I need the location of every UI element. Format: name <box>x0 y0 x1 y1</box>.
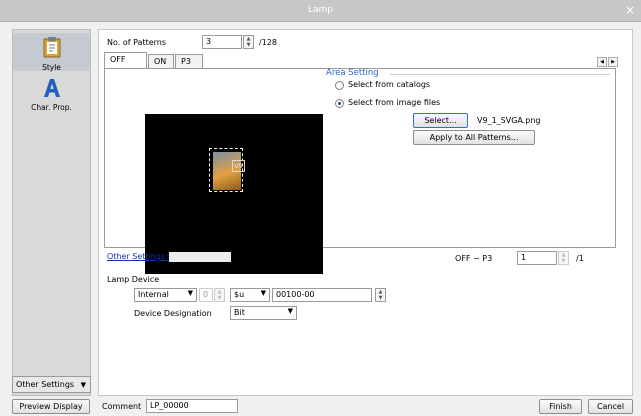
sidebar-item-style[interactable]: Style <box>13 33 90 72</box>
divider <box>390 74 610 75</box>
sidebar-item-label: Style <box>42 63 61 72</box>
lamp-picture: V9 <box>213 152 245 190</box>
finish-button[interactable]: Finish <box>539 399 582 414</box>
tab-panel: V9 Lamp Device $u00100-00 Area Setting S… <box>104 68 616 274</box>
device-designation-value: Bit <box>234 308 245 317</box>
other-settings-label: Other Settings <box>16 380 75 389</box>
file-name: V9_1_SVGA.png <box>477 116 541 125</box>
window-title: Lamp <box>307 5 333 15</box>
range-input[interactable]: 1 <box>517 251 557 265</box>
device-type-value: Internal <box>138 290 169 299</box>
select-button[interactable]: Select... <box>413 113 468 128</box>
close-icon[interactable]: × <box>625 3 635 17</box>
preview-display-button[interactable]: Preview Display <box>12 399 90 414</box>
tab-p3[interactable]: P3 <box>175 54 203 68</box>
option-catalog-label: Select from catalogs <box>348 80 431 89</box>
chevron-down-icon: ▼ <box>287 307 293 315</box>
lamp-device-caption: Lamp Device <box>147 229 200 238</box>
area-setting-title: Area Setting <box>326 68 379 78</box>
letter-a-icon <box>43 79 60 97</box>
other-settings-dropdown[interactable]: Other Settings ▼ <box>12 376 91 393</box>
device-index-spinner: ▲ ▼ <box>214 288 225 302</box>
clipboard-style-icon <box>43 37 60 58</box>
chevron-down-icon: ▼ <box>260 289 266 297</box>
sidebar: Style Char. Prop. <box>12 29 91 396</box>
lamp-preview: V9 <box>145 114 323 274</box>
range-label: OFF − P3 <box>455 254 493 263</box>
device-address-input[interactable]: 00100-00 <box>272 288 372 302</box>
device-designation-label: Device Designation <box>134 309 212 318</box>
comment-input[interactable]: LP_00000 <box>146 399 238 413</box>
lamp-device-value: $u00100-00 <box>220 229 269 238</box>
lamp-image-label: V9 <box>232 160 245 172</box>
lamp-image[interactable]: V9 <box>209 148 245 192</box>
range-spinner: ▲ ▼ <box>558 251 569 265</box>
radio-select-catalogs[interactable] <box>335 81 344 90</box>
patterns-max: /128 <box>259 38 277 47</box>
device-designation-select[interactable]: Bit ▼ <box>230 306 297 320</box>
main-panel: No. of Patterns 3 ▲ ▼ /128 OFF ON P3 ◀ ▶ V… <box>98 29 633 396</box>
range-max: /1 <box>576 254 584 263</box>
divider <box>169 252 231 262</box>
device-type-select[interactable]: Internal ▼ <box>134 288 197 302</box>
patterns-input[interactable]: 3 <box>202 35 242 49</box>
title-bar: Lamp × <box>0 0 641 22</box>
lamp-device-label: Lamp Device <box>107 275 160 284</box>
device-prefix-value: $u <box>234 290 245 299</box>
apply-to-all-patterns-button[interactable]: Apply to All Patterns... <box>413 130 535 145</box>
chevron-right-icon[interactable]: ▶ <box>608 57 618 67</box>
patterns-label: No. of Patterns <box>107 38 167 47</box>
cancel-button[interactable]: Cancel <box>588 399 633 414</box>
radio-select-image-files[interactable] <box>335 99 344 108</box>
tab-scroll-arrows: ◀ ▶ <box>596 56 618 67</box>
device-index-input: 0 <box>199 288 213 302</box>
tab-off[interactable]: OFF <box>104 52 147 69</box>
patterns-spinner[interactable]: ▲ ▼ <box>243 35 254 49</box>
chevron-down-icon: ▼ <box>187 289 193 297</box>
sidebar-item-label: Char. Prop. <box>31 103 72 112</box>
bottom-bar: Preview Display Comment LP_00000 Finish … <box>0 396 641 416</box>
option-image-label: Select from image files <box>348 98 441 107</box>
comment-label: Comment <box>102 402 142 411</box>
chevron-down-icon: ▼ <box>80 381 87 389</box>
device-prefix-select[interactable]: $u ▼ <box>230 288 270 302</box>
tab-on[interactable]: ON <box>148 54 174 68</box>
device-address-spinner[interactable]: ▲ ▼ <box>375 288 386 302</box>
sidebar-item-char-prop[interactable]: Char. Prop. <box>13 76 90 114</box>
chevron-left-icon[interactable]: ◀ <box>597 57 607 67</box>
other-settings-link[interactable]: Other Settings>> <box>107 252 178 261</box>
